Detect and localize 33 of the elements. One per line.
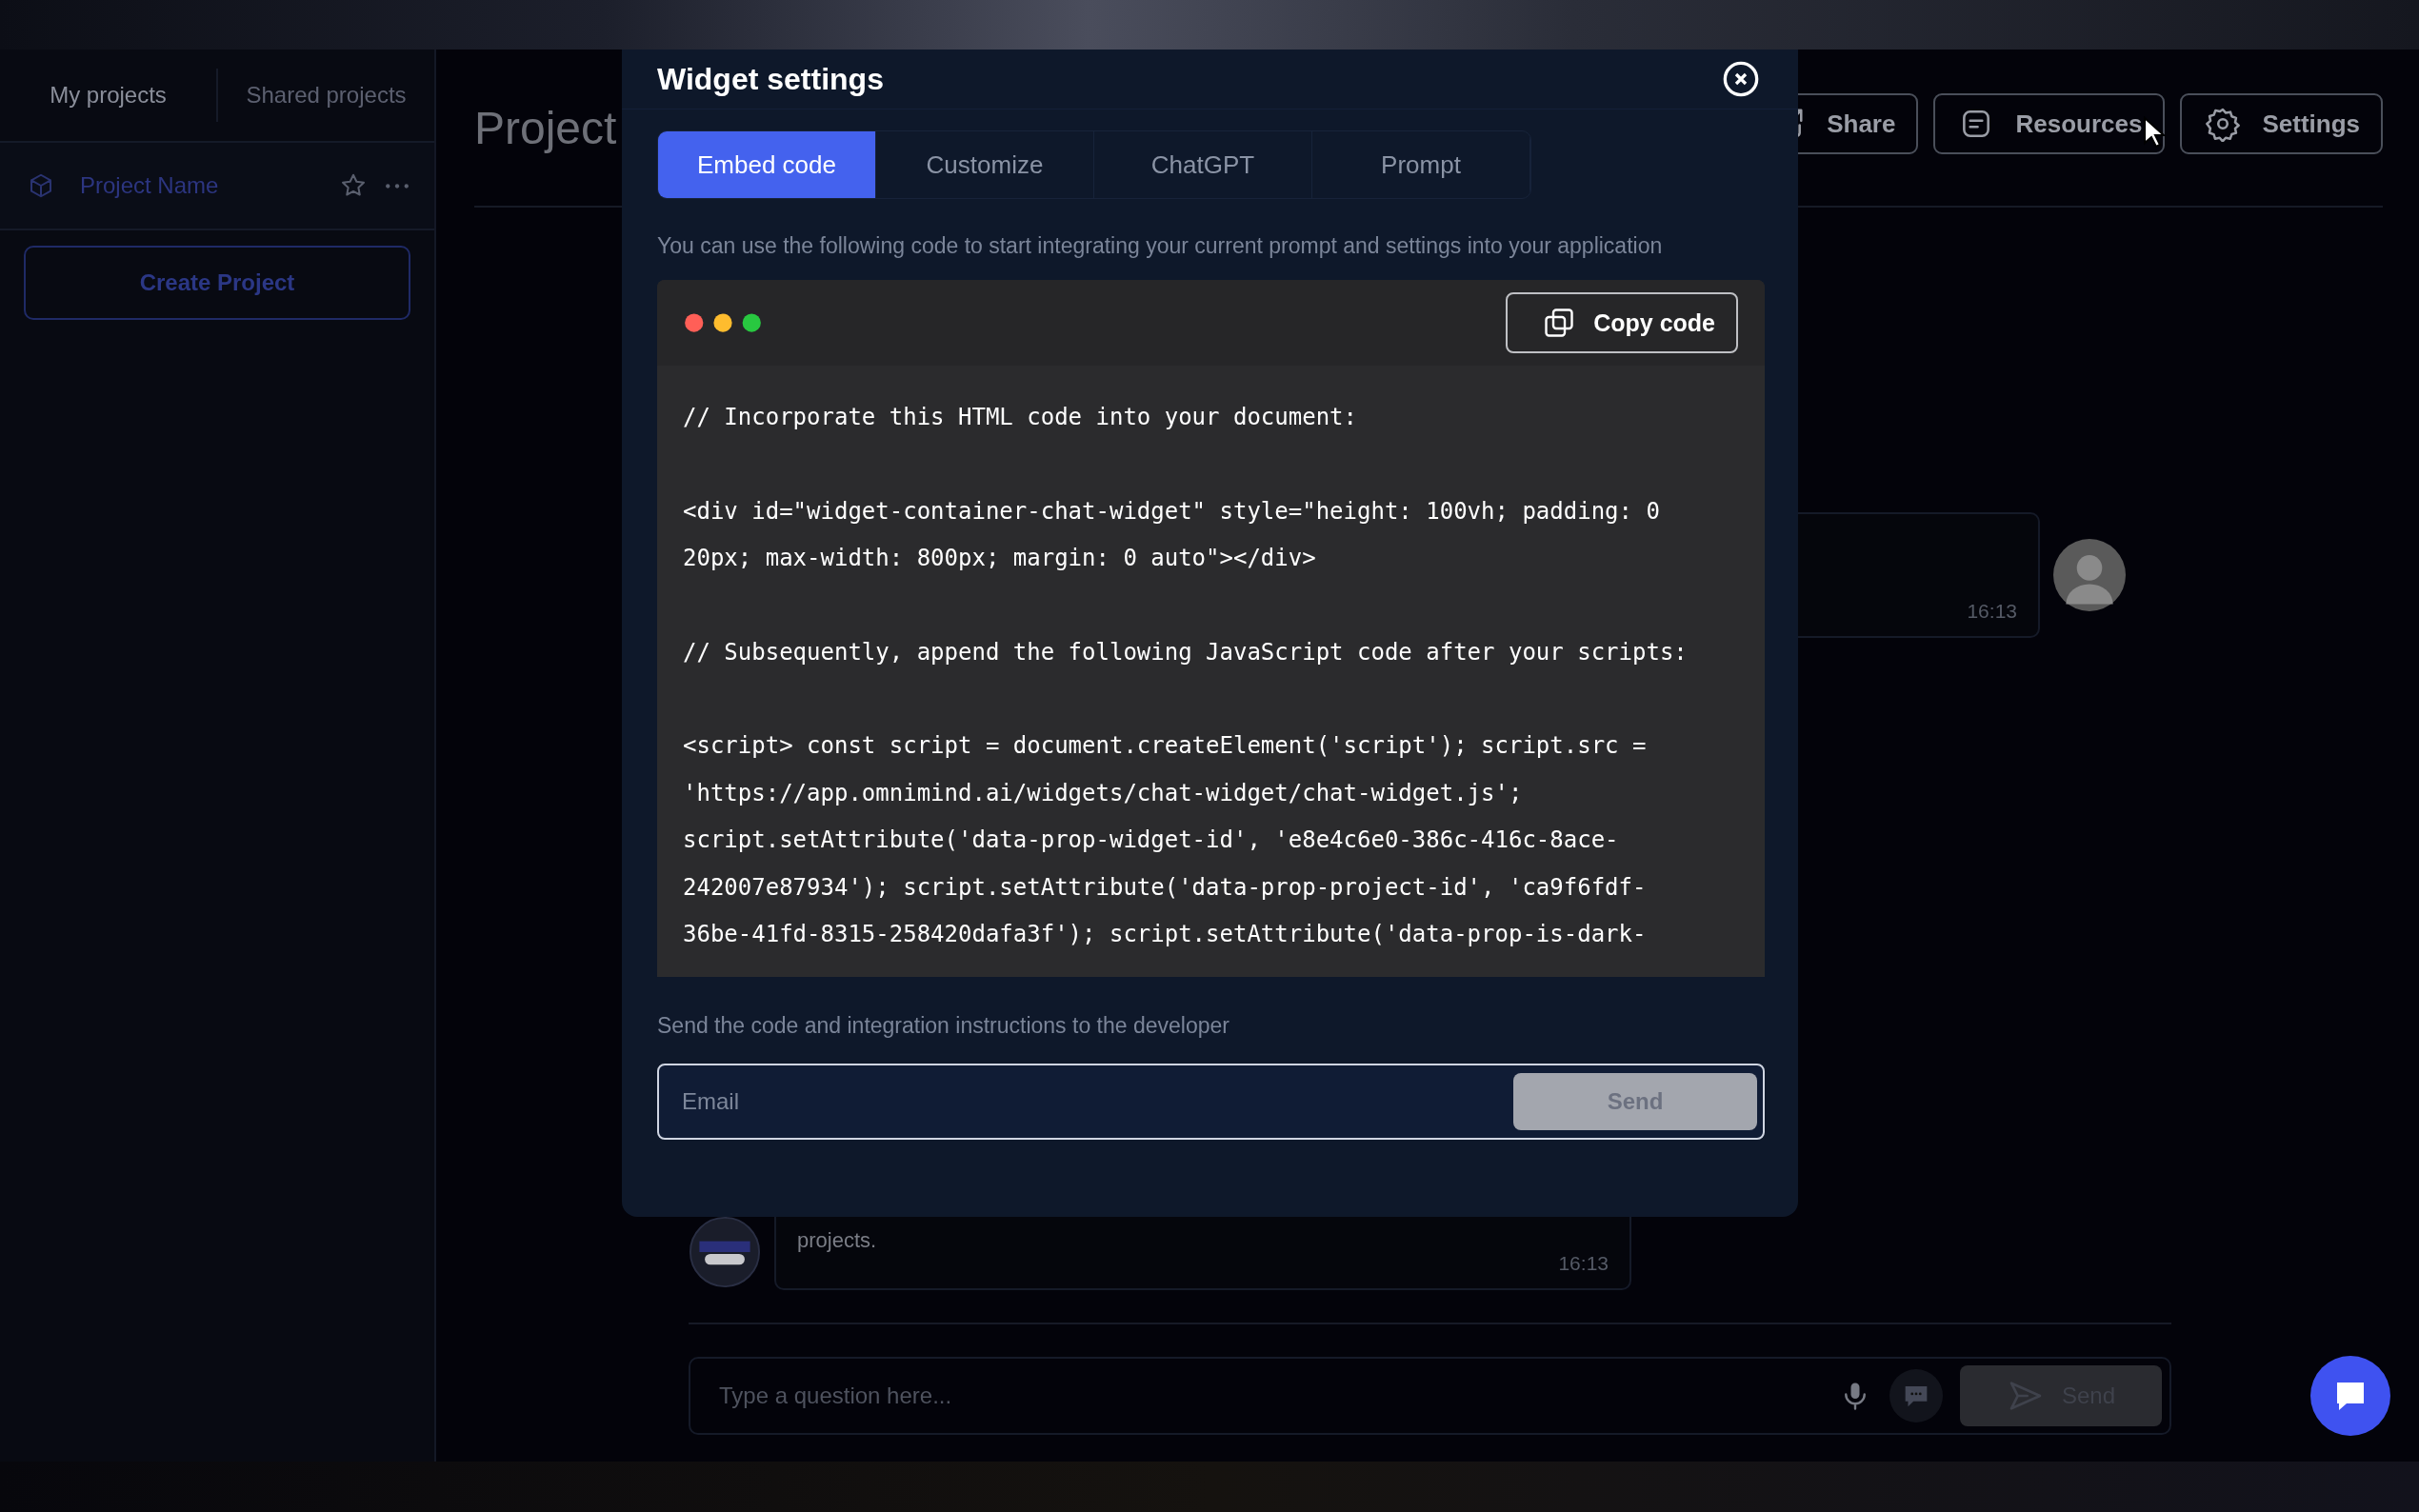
code-line: 242007e87934'); script.setAttribute('data-prop-project-id', 'ca9f6fdf- — [683, 872, 1648, 903]
mouse-pointer-icon — [2143, 116, 2166, 149]
code-line: // Incorporate this HTML code into your document: — [683, 403, 1358, 432]
sidebar-tab[interactable]: My projects — [0, 50, 216, 141]
instruction-text: Send the code and integration instructions to the developer — [657, 1013, 1230, 1039]
tab[interactable]: Prompt — [1312, 131, 1530, 198]
code-line: <div id="widget-container-chat-widget" style="height: 100vh; padding: 0 — [683, 496, 1661, 527]
code-line: // Subsequently, append the following JavaScript code after your scripts: — [683, 637, 1689, 667]
project-name: Project Name — [80, 172, 220, 199]
tab[interactable]: ChatGPT — [1094, 131, 1312, 198]
code-line: <script> const script = document.createElement('script'); script.src = — [683, 731, 1648, 761]
tab[interactable]: Customize — [876, 131, 1094, 198]
close-icon — [1722, 60, 1760, 98]
close-button[interactable] — [1722, 60, 1760, 98]
tab[interactable]: Embed code — [658, 131, 876, 198]
project-title: Project — [474, 101, 618, 154]
settings-icon — [2205, 106, 2242, 142]
message-time: 16:13 — [1558, 1252, 1609, 1275]
code-line: script.setAttribute('data-prop-widget-id', 'e8e4c6e0-386c-416c-8ace- — [683, 826, 1620, 855]
resources-button[interactable]: Resources — [1933, 93, 2166, 154]
more-icon — [385, 182, 410, 189]
code-line: 36be-41fd-8315-258420dafa3f'); script.setAttribute('data-prop-is-dark- — [683, 920, 1648, 949]
code-line: 'https://app.omnimind.ai/widgets/chat-widget/chat-widget.js'; — [683, 778, 1524, 808]
message-time: 16:13 — [1967, 600, 2017, 623]
description-text: You can use the following code to start integrating your current prompt and settings into your application — [657, 233, 1664, 259]
window-controls-icon — [683, 312, 763, 333]
copy-code-button[interactable]: Copy code — [1506, 292, 1738, 353]
sidebar-tab[interactable]: Shared projects — [216, 69, 434, 122]
settings-button[interactable]: Settings — [2180, 93, 2383, 154]
user-avatar-icon — [2053, 539, 2126, 611]
message-text: projects. — [797, 1229, 878, 1252]
dialog-title: Widget settings — [657, 61, 884, 97]
code-line: 20px; max-width: 800px; margin: 0 auto"></div> — [683, 544, 1317, 573]
